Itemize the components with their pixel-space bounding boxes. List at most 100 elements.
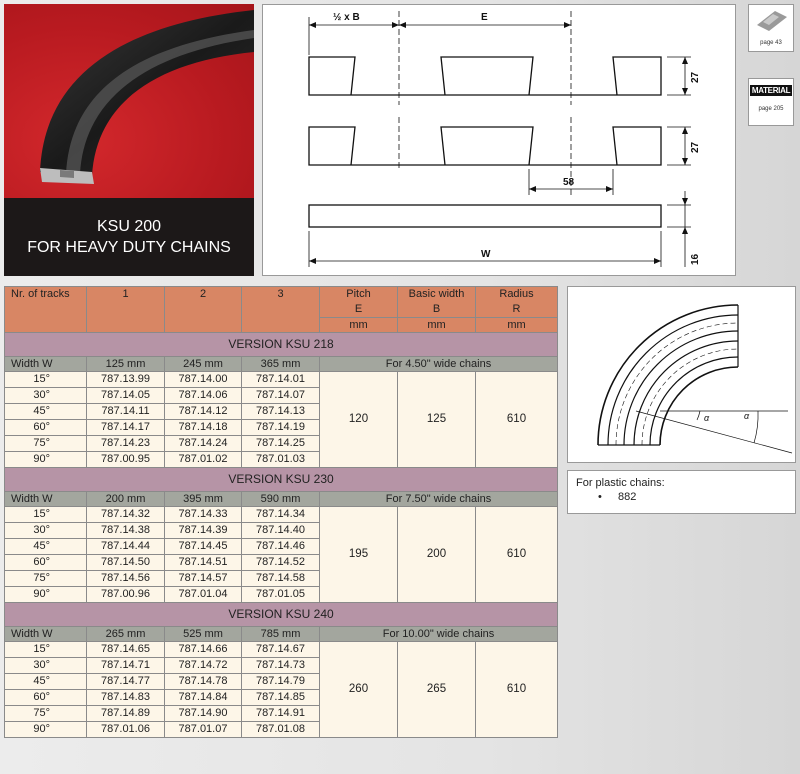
part-number-3: 787.14.52	[241, 554, 320, 571]
basic-width-value: 125	[397, 371, 476, 468]
width-col-1: 200 mm	[86, 491, 165, 507]
angle-cell: 60°	[4, 419, 87, 436]
angle-cell: 75°	[4, 435, 87, 452]
radius-value: 610	[475, 506, 558, 603]
part-number-3: 787.01.03	[241, 451, 320, 468]
page-ref-label: page 43	[760, 40, 782, 46]
part-number-2: 787.14.12	[164, 403, 242, 420]
angle-cell: 30°	[4, 657, 87, 674]
basic-width-value: 200	[397, 506, 476, 603]
top-profile	[308, 56, 662, 96]
material-badge: MATERIAL	[749, 85, 793, 96]
part-number-2: 787.14.90	[164, 705, 242, 722]
part-number-1: 787.14.44	[86, 538, 165, 555]
version-title: VERSION KSU 240	[4, 602, 558, 627]
part-number-2: 787.14.33	[164, 506, 242, 523]
part-number-1: 787.14.56	[86, 570, 165, 587]
header-tracks: Nr. of tracks	[4, 286, 87, 333]
angle-cell: 45°	[4, 673, 87, 690]
radius-value: 610	[475, 371, 558, 468]
part-number-1: 787.13.99	[86, 371, 165, 388]
part-number-2: 787.14.66	[164, 641, 242, 658]
alpha-label-2: α	[744, 411, 750, 421]
middle-profile	[308, 126, 662, 166]
part-number-3: 787.14.85	[241, 689, 320, 706]
angle-cell: 30°	[4, 387, 87, 404]
version-title: VERSION KSU 230	[4, 467, 558, 492]
arc-diagram: α α	[597, 304, 793, 454]
base-plate	[308, 204, 662, 228]
angle-cell: 15°	[4, 506, 87, 523]
part-number-3: 787.01.05	[241, 586, 320, 603]
angle-cell: 75°	[4, 705, 87, 722]
part-number-2: 787.14.00	[164, 371, 242, 388]
part-number-1: 787.14.11	[86, 403, 165, 420]
unit-pitch: mm	[319, 317, 398, 333]
part-number-3: 787.14.46	[241, 538, 320, 555]
product-subtitle: FOR HEAVY DUTY CHAINS	[27, 239, 231, 256]
part-number-2: 787.14.24	[164, 435, 242, 452]
part-number-3: 787.14.58	[241, 570, 320, 587]
angle-cell: 30°	[4, 522, 87, 539]
page-ref-label: page 205	[758, 106, 784, 112]
width-col-3: 785 mm	[241, 626, 320, 642]
angle-cell: 45°	[4, 403, 87, 420]
page-ref-profile[interactable]: page 43	[748, 4, 794, 52]
plastic-chains-item: • 882	[576, 491, 787, 503]
part-number-1: 787.14.77	[86, 673, 165, 690]
part-number-2: 787.01.07	[164, 721, 242, 738]
part-number-2: 787.14.51	[164, 554, 242, 571]
part-number-2: 787.14.45	[164, 538, 242, 555]
width-col-1: 125 mm	[86, 356, 165, 372]
profile-thumbnail-icon	[757, 11, 787, 31]
unit-basic-width: mm	[397, 317, 476, 333]
version-title: VERSION KSU 218	[4, 332, 558, 357]
part-number-1: 787.00.95	[86, 451, 165, 468]
part-number-3: 787.14.79	[241, 673, 320, 690]
product-name: KSU 200	[96, 218, 162, 235]
part-number-3: 787.14.34	[241, 506, 320, 523]
part-number-2: 787.14.18	[164, 419, 242, 436]
spec-table: Nr. of tracks 1 2 3 Pitch E Basic width B …	[4, 286, 558, 738]
header-basic-width: Basic width B	[397, 286, 476, 318]
e-label: E	[481, 12, 488, 23]
header-col-3: 3	[241, 286, 320, 333]
part-number-3: 787.14.19	[241, 419, 320, 436]
part-number-1: 787.14.65	[86, 641, 165, 658]
part-number-3: 787.14.91	[241, 705, 320, 722]
part-number-2: 787.01.04	[164, 586, 242, 603]
part-number-1: 787.14.50	[86, 554, 165, 571]
part-number-1: 787.14.71	[86, 657, 165, 674]
part-number-3: 787.14.67	[241, 641, 320, 658]
angle-cell: 60°	[4, 689, 87, 706]
part-number-1: 787.14.23	[86, 435, 165, 452]
product-photo: KSU 200 FOR HEAVY DUTY CHAINS	[4, 4, 254, 276]
width-col-1: 265 mm	[86, 626, 165, 642]
part-number-3: 787.01.08	[241, 721, 320, 738]
part-number-3: 787.14.13	[241, 403, 320, 420]
part-number-1: 787.00.96	[86, 586, 165, 603]
part-number-3: 787.14.40	[241, 522, 320, 539]
page-ref-material[interactable]: MATERIAL page 205	[748, 78, 794, 126]
part-number-1: 787.14.32	[86, 506, 165, 523]
width-col-3: 365 mm	[241, 356, 320, 372]
pitch-value: 120	[319, 371, 398, 468]
width-label: Width W	[4, 626, 87, 642]
angle-cell: 90°	[4, 721, 87, 738]
part-number-1: 787.14.89	[86, 705, 165, 722]
unit-radius: mm	[475, 317, 558, 333]
chain-width-note: For 4.50" wide chains	[319, 356, 558, 372]
profile-drawing: ½ x B E 58 W 27 27 16	[308, 11, 701, 267]
chain-width-note: For 10.00" wide chains	[319, 626, 558, 642]
part-number-3: 787.14.01	[241, 371, 320, 388]
part-number-1: 787.14.17	[86, 419, 165, 436]
basic-width-value: 265	[397, 641, 476, 738]
width-col-3: 590 mm	[241, 491, 320, 507]
alpha-label: α	[704, 413, 710, 423]
part-number-2: 787.01.02	[164, 451, 242, 468]
part-number-3: 787.14.25	[241, 435, 320, 452]
plastic-chains-note: For plastic chains: • 882	[567, 470, 796, 514]
angle-cell: 75°	[4, 570, 87, 587]
pitch-value: 260	[319, 641, 398, 738]
angle-cell: 45°	[4, 538, 87, 555]
